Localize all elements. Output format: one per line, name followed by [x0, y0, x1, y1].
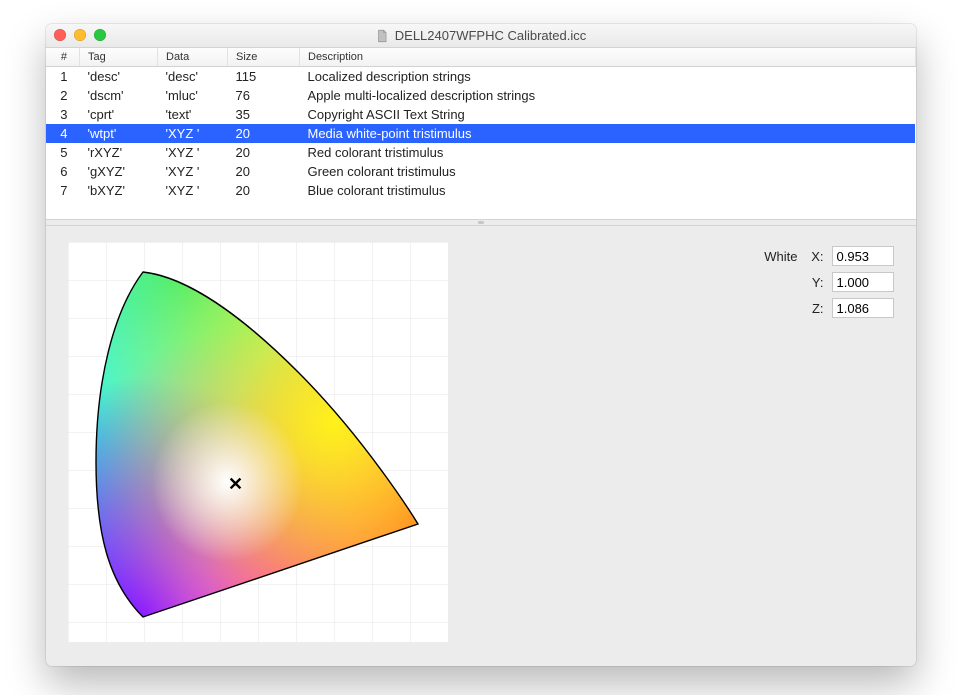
table-cell: 'bXYZ': [80, 181, 158, 200]
table-row[interactable]: 6'gXYZ''XYZ '20Green colorant tristimulu…: [46, 162, 916, 181]
minimize-button[interactable]: [74, 29, 86, 41]
table-cell: Localized description strings: [300, 66, 916, 86]
x-value-field[interactable]: [832, 246, 894, 266]
table-cell: 76: [228, 86, 300, 105]
table-cell: 1: [46, 66, 80, 86]
table-cell: 2: [46, 86, 80, 105]
table-cell: 20: [228, 181, 300, 200]
table-cell: Green colorant tristimulus: [300, 162, 916, 181]
table-cell: 'XYZ ': [158, 162, 228, 181]
table-row[interactable]: 2'dscm''mluc'76Apple multi-localized des…: [46, 86, 916, 105]
titlebar[interactable]: DELL2407WFPHC Calibrated.icc: [46, 24, 916, 48]
xyz-values: White X: Y: Z:: [764, 242, 893, 324]
table-cell: 35: [228, 105, 300, 124]
table-cell: 'mluc': [158, 86, 228, 105]
table-row[interactable]: 5'rXYZ''XYZ '20Red colorant tristimulus: [46, 143, 916, 162]
document-icon: [375, 29, 389, 43]
profile-window: DELL2407WFPHC Calibrated.icc # Tag Data …: [46, 24, 916, 666]
table-cell: 'dscm': [80, 86, 158, 105]
table-cell: 4: [46, 124, 80, 143]
z-axis-label: Z:: [810, 301, 824, 316]
detail-pane: ✕ White X: Y: Z:: [46, 226, 916, 666]
table-cell: 'text': [158, 105, 228, 124]
table-cell: 5: [46, 143, 80, 162]
table-row[interactable]: 3'cprt''text'35Copyright ASCII Text Stri…: [46, 105, 916, 124]
table-cell: 'cprt': [80, 105, 158, 124]
grip-icon: [478, 221, 484, 224]
window-title: DELL2407WFPHC Calibrated.icc: [395, 28, 586, 43]
table-cell: 'wtpt': [80, 124, 158, 143]
table-cell: 7: [46, 181, 80, 200]
table-cell: 20: [228, 162, 300, 181]
table-row[interactable]: 1'desc''desc'115Localized description st…: [46, 66, 916, 86]
column-header-data[interactable]: Data: [158, 48, 228, 66]
column-header-number[interactable]: #: [46, 48, 80, 66]
tag-table: # Tag Data Size Description 1'desc''desc…: [46, 48, 916, 200]
table-row[interactable]: 4'wtpt''XYZ '20Media white-point tristim…: [46, 124, 916, 143]
table-cell: Blue colorant tristimulus: [300, 181, 916, 200]
table-cell: 20: [228, 124, 300, 143]
table-cell: Apple multi-localized description string…: [300, 86, 916, 105]
table-cell: 'XYZ ': [158, 181, 228, 200]
z-value-field[interactable]: [832, 298, 894, 318]
table-cell: Copyright ASCII Text String: [300, 105, 916, 124]
table-row[interactable]: 7'bXYZ''XYZ '20Blue colorant tristimulus: [46, 181, 916, 200]
table-cell: 'gXYZ': [80, 162, 158, 181]
table-cell: 'XYZ ': [158, 124, 228, 143]
table-cell: Media white-point tristimulus: [300, 124, 916, 143]
window-title-wrap: DELL2407WFPHC Calibrated.icc: [375, 28, 586, 43]
table-cell: 'XYZ ': [158, 143, 228, 162]
white-point-marker-icon: ✕: [228, 474, 243, 494]
table-cell: 'desc': [80, 66, 158, 86]
table-cell: Red colorant tristimulus: [300, 143, 916, 162]
table-cell: 3: [46, 105, 80, 124]
tag-table-scroll[interactable]: # Tag Data Size Description 1'desc''desc…: [46, 48, 916, 220]
table-cell: 'rXYZ': [80, 143, 158, 162]
y-value-field[interactable]: [832, 272, 894, 292]
colorant-label: White: [764, 249, 797, 264]
window-controls: [54, 29, 106, 41]
close-button[interactable]: [54, 29, 66, 41]
table-cell: 'desc': [158, 66, 228, 86]
x-axis-label: X:: [810, 249, 824, 264]
table-cell: 20: [228, 143, 300, 162]
y-axis-label: Y:: [810, 275, 824, 290]
column-header-description[interactable]: Description: [300, 48, 916, 66]
chromaticity-diagram: ✕: [68, 242, 448, 642]
table-cell: 6: [46, 162, 80, 181]
column-header-tag[interactable]: Tag: [80, 48, 158, 66]
table-cell: 115: [228, 66, 300, 86]
column-header-size[interactable]: Size: [228, 48, 300, 66]
zoom-button[interactable]: [94, 29, 106, 41]
